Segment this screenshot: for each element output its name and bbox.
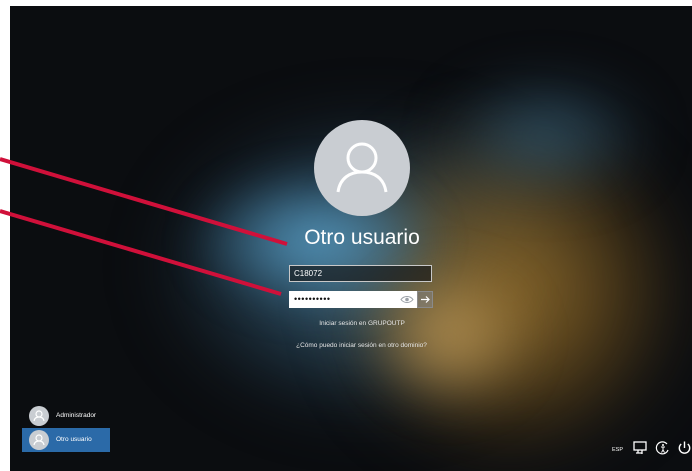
callout-line-username: [0, 157, 288, 246]
callout-line-password: [0, 209, 282, 296]
callout-lines: [0, 157, 288, 296]
